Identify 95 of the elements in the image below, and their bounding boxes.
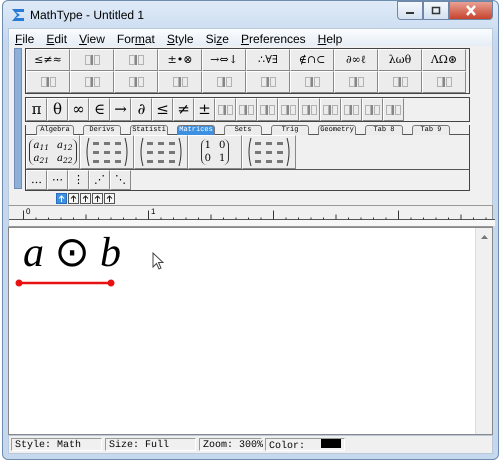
palette-button[interactable] bbox=[362, 98, 383, 121]
palette-button[interactable]: ⋱ bbox=[110, 170, 131, 190]
palette-button[interactable] bbox=[236, 98, 257, 121]
menu-item[interactable]: Preferences bbox=[234, 29, 312, 46]
nudge-button[interactable] bbox=[104, 193, 115, 204]
palette-button[interactable] bbox=[299, 98, 320, 121]
template-icon bbox=[216, 75, 232, 89]
menu-item[interactable]: Format bbox=[110, 29, 161, 46]
palette-button[interactable]: ⋮ bbox=[68, 170, 89, 190]
status-text: Style: Math bbox=[15, 440, 82, 451]
palette-button[interactable]: ⋰ bbox=[89, 170, 110, 190]
matrix-icon bbox=[247, 136, 291, 168]
maximize-button[interactable] bbox=[423, 1, 449, 20]
maximize-icon bbox=[431, 6, 441, 15]
matrix-template-button[interactable] bbox=[80, 135, 134, 169]
matrix-icon bbox=[85, 136, 129, 168]
scroll-up-icon bbox=[480, 234, 488, 240]
template-icon bbox=[217, 102, 234, 116]
palette-button[interactable]: → bbox=[110, 98, 131, 121]
status-text: Size: Full bbox=[109, 440, 170, 451]
palette-button[interactable]: ∂∞ℓ bbox=[334, 49, 378, 71]
app-logo-icon bbox=[10, 6, 26, 22]
template-icon bbox=[304, 75, 320, 89]
palette-button[interactable]: →⇔↓ bbox=[202, 49, 246, 71]
template-icon bbox=[280, 102, 297, 116]
matrix-icon bbox=[139, 136, 183, 168]
palette-button[interactable]: … bbox=[26, 170, 47, 190]
palette-button[interactable]: π bbox=[26, 98, 47, 121]
nudge-button[interactable] bbox=[92, 193, 103, 204]
matrix-template-button[interactable] bbox=[242, 135, 296, 169]
template-icon bbox=[128, 53, 144, 67]
template-icon bbox=[260, 75, 276, 89]
template-icon bbox=[84, 53, 100, 67]
matrix-template-button[interactable] bbox=[134, 135, 188, 169]
template-icon bbox=[436, 75, 452, 89]
palette-button[interactable]: ≤ bbox=[152, 98, 173, 121]
palette-button[interactable] bbox=[383, 98, 404, 121]
palette-button[interactable] bbox=[257, 98, 278, 121]
nudge-button[interactable] bbox=[80, 193, 91, 204]
palette-button[interactable]: ∂ bbox=[131, 98, 152, 121]
ruler-label: 0 bbox=[26, 207, 30, 216]
palette-button[interactable] bbox=[215, 98, 236, 121]
status-text: Color: bbox=[269, 441, 306, 452]
palette-button[interactable]: λωθ bbox=[378, 49, 422, 71]
palette-button[interactable]: ±•⊗ bbox=[158, 49, 202, 71]
template-icon bbox=[259, 102, 276, 116]
arrow-icon bbox=[58, 194, 65, 202]
menu-item[interactable]: View bbox=[73, 29, 111, 46]
menu-item[interactable]: File bbox=[9, 29, 40, 46]
palette-button[interactable]: ± bbox=[194, 98, 215, 121]
menu-item[interactable]: Help bbox=[312, 29, 348, 46]
palette-button[interactable]: ∞ bbox=[68, 98, 89, 121]
palette-button[interactable] bbox=[320, 98, 341, 121]
arrow-icon bbox=[70, 194, 77, 202]
arrow-icon bbox=[106, 194, 113, 202]
palette-button[interactable]: ⋯ bbox=[47, 170, 68, 190]
template-icon bbox=[238, 102, 255, 116]
close-button[interactable] bbox=[449, 1, 493, 20]
template-icon bbox=[40, 75, 56, 89]
palette-button[interactable] bbox=[341, 98, 362, 121]
ruler-label: 1 bbox=[151, 207, 156, 216]
template-icon bbox=[392, 75, 408, 89]
close-icon bbox=[465, 5, 477, 16]
arrow-icon bbox=[82, 194, 89, 202]
matrix-template-button[interactable]: 1 0 0 1 bbox=[188, 135, 242, 169]
window-title: MathType - Untitled 1 bbox=[30, 6, 144, 24]
cursor-icon bbox=[152, 252, 164, 270]
scrollbar[interactable] bbox=[475, 228, 492, 434]
palette-button[interactable]: ∉∩⊂ bbox=[290, 49, 334, 71]
menu-item[interactable]: Edit bbox=[40, 29, 74, 46]
template-icon bbox=[385, 102, 402, 116]
template-icon bbox=[128, 75, 144, 89]
minimize-button[interactable] bbox=[397, 1, 423, 20]
palette-button[interactable]: ΛΩ⊛ bbox=[422, 49, 466, 71]
palette-button[interactable]: ≤≠≈ bbox=[26, 49, 70, 71]
menu-item[interactable]: Style bbox=[160, 29, 200, 46]
equation: a ⊙ b bbox=[23, 232, 121, 274]
palette-button[interactable]: ∈ bbox=[89, 98, 110, 121]
template-icon bbox=[172, 75, 188, 89]
template-icon bbox=[84, 75, 100, 89]
template-icon bbox=[301, 102, 318, 116]
palette-button[interactable]: θ bbox=[47, 98, 68, 121]
palette-button[interactable]: ≠ bbox=[173, 98, 194, 121]
palette-button[interactable]: ∴∀∃ bbox=[246, 49, 290, 71]
template-icon bbox=[364, 102, 381, 116]
arrow-icon bbox=[94, 194, 101, 202]
nudge-button[interactable] bbox=[68, 193, 79, 204]
palette-button[interactable] bbox=[278, 98, 299, 121]
matrix-text: 1 0 0 1 bbox=[200, 139, 230, 165]
status-text: Zoom: 300% bbox=[203, 440, 264, 451]
template-icon bbox=[348, 75, 364, 89]
template-icon bbox=[343, 102, 360, 116]
template-icon bbox=[322, 102, 339, 116]
menu-item[interactable]: Size bbox=[200, 29, 235, 46]
toolbar-grip[interactable] bbox=[14, 48, 22, 189]
